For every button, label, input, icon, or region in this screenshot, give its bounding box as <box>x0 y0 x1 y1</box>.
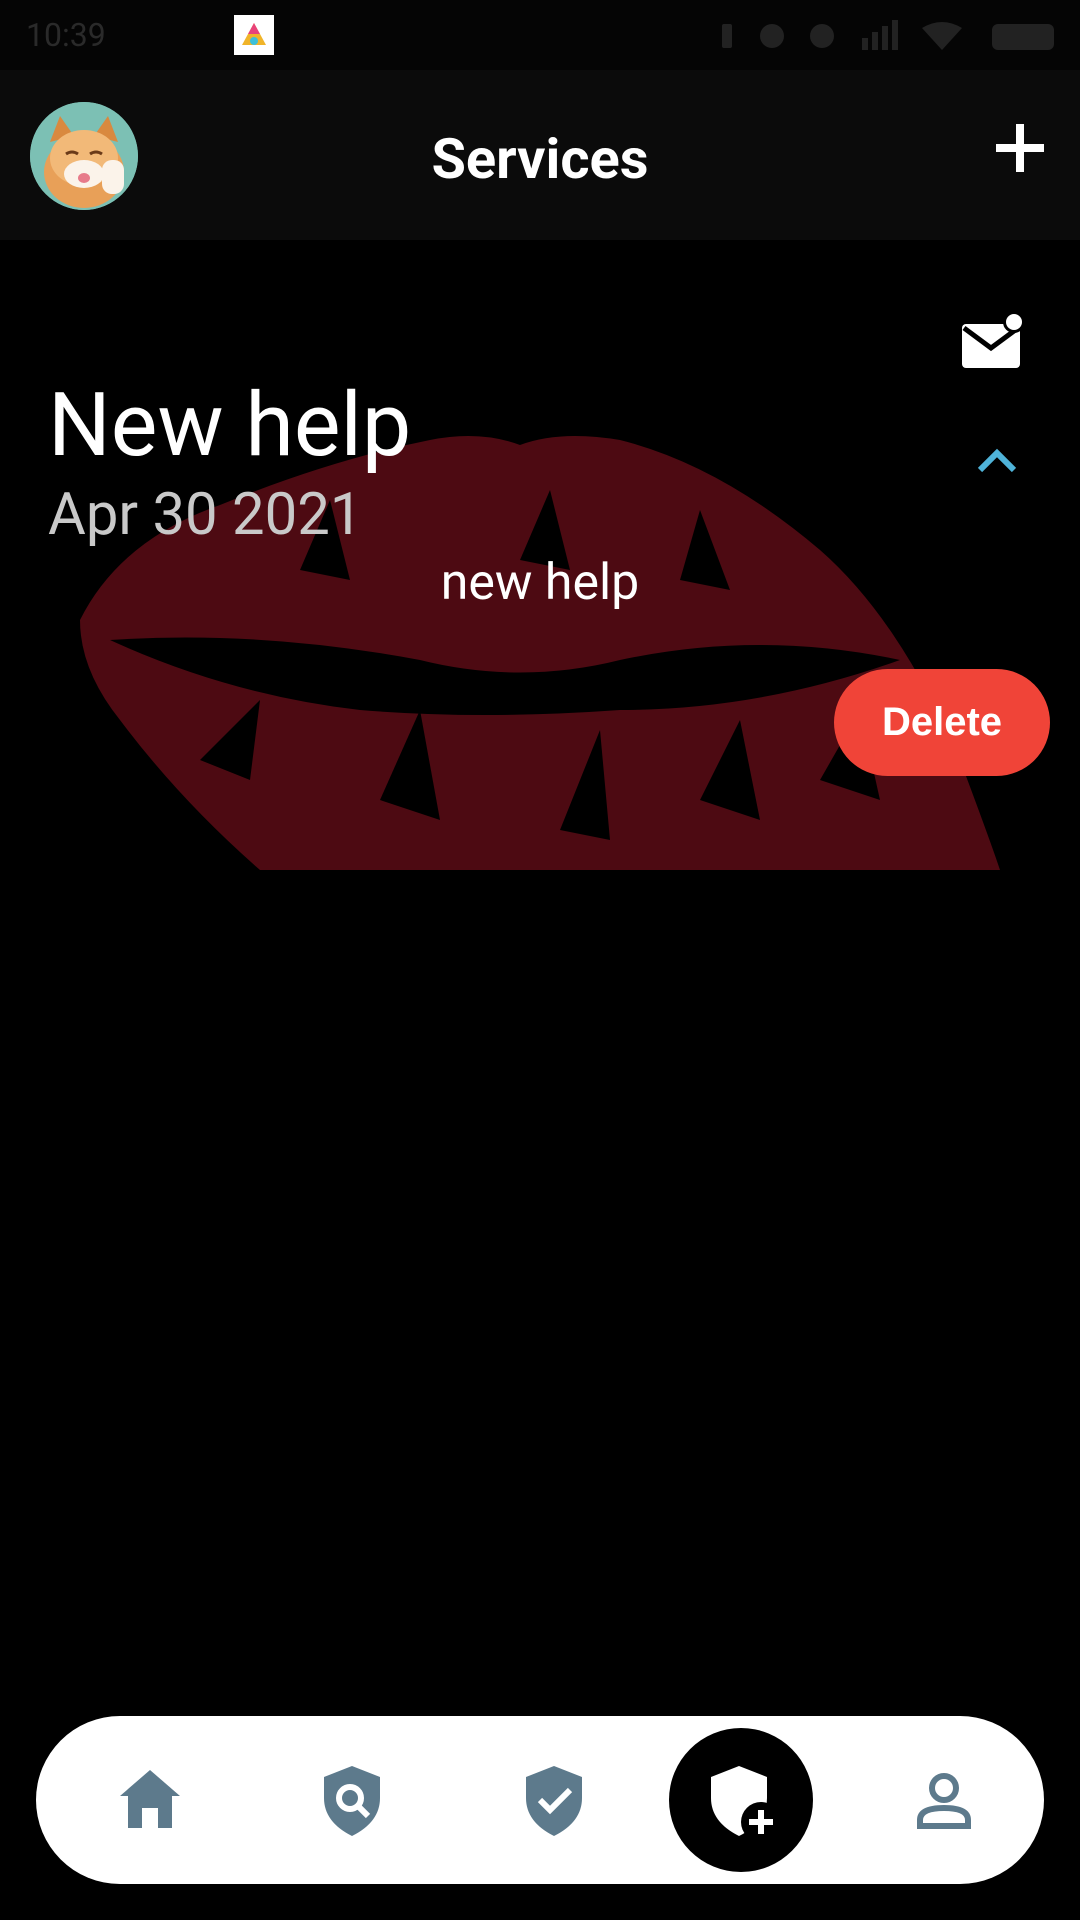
person-icon <box>917 1773 971 1829</box>
status-bar: 10:39 <box>0 0 1080 70</box>
shield-add-icon <box>711 1766 781 1842</box>
service-title: New help <box>48 374 412 477</box>
plus-icon <box>996 124 1044 172</box>
collapse-button[interactable] <box>972 440 1022 480</box>
mail-notification-icon <box>962 311 1025 368</box>
status-icons <box>722 20 1054 50</box>
shield-check-icon <box>526 1766 582 1836</box>
shield-search-icon <box>324 1766 380 1836</box>
app-notification-icon <box>234 15 274 55</box>
services-screen: 10:39 Services New help Apr 30 2021 new … <box>0 0 1080 1920</box>
nav-profile[interactable] <box>894 1750 994 1850</box>
nav-home[interactable] <box>100 1750 200 1850</box>
app-header: Services <box>0 70 1080 240</box>
chevron-up-icon <box>977 448 1017 473</box>
home-icon <box>120 1770 180 1828</box>
mail-button[interactable] <box>958 311 1028 372</box>
nav-verified[interactable] <box>504 1750 604 1850</box>
service-card[interactable]: New help Apr 30 2021 new help Delete <box>0 240 1080 870</box>
page-title: Services <box>431 126 649 192</box>
service-description: new help <box>440 554 640 612</box>
delete-button[interactable]: Delete <box>834 669 1050 776</box>
add-button[interactable] <box>986 114 1054 182</box>
status-time: 10:39 <box>26 16 106 54</box>
bottom-navigation <box>36 1716 1044 1884</box>
nav-add-service[interactable] <box>669 1728 813 1872</box>
service-date: Apr 30 2021 <box>48 481 363 549</box>
nav-search-services[interactable] <box>302 1750 402 1850</box>
